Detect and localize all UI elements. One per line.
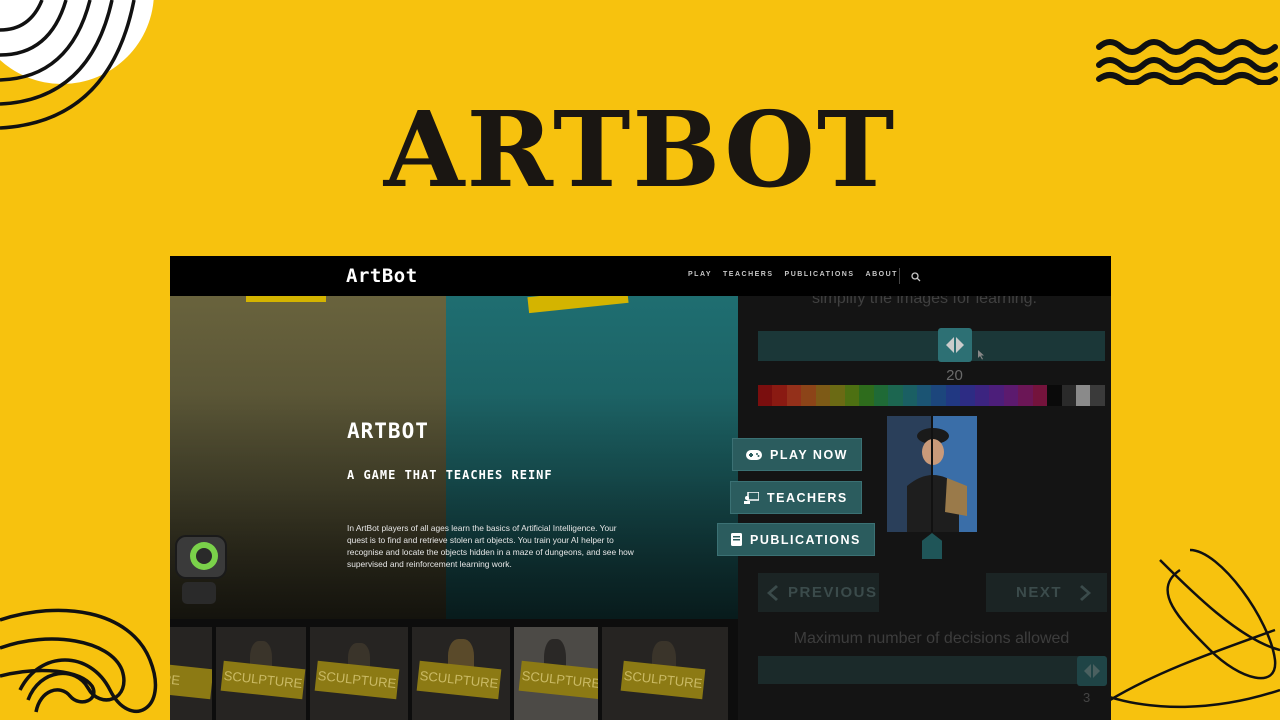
palette-swatch	[1061, 385, 1076, 406]
thumbnail-strip: RE SCULPTURE SCULPTURE SCULPTURE SCULPTU…	[170, 619, 738, 720]
palette-swatch	[815, 385, 831, 406]
thumbnail-label: SCULPTURE	[620, 660, 706, 700]
decisions-slider-value: 3	[1083, 690, 1091, 705]
artwork-thumbnail[interactable]: SCULPTURE	[514, 627, 598, 720]
chevron-left-icon	[767, 584, 778, 601]
palette-swatch	[888, 385, 903, 406]
palette-swatch	[786, 385, 802, 406]
decisions-slider-track[interactable]	[758, 656, 1105, 684]
palette-swatch	[1003, 385, 1019, 406]
site-navbar: ArtBot PLAY TEACHERS PUBLICATIONS ABOUT	[170, 256, 1111, 296]
website-screenshot: ArtBot PLAY TEACHERS PUBLICATIONS ABOUT …	[170, 256, 1111, 720]
robot-illustration	[175, 535, 227, 604]
thumbnail-label: RE	[170, 660, 212, 700]
palette-swatch	[931, 385, 946, 406]
teacher-icon	[744, 491, 759, 504]
thumbnail-label: SCULPTURE	[518, 660, 598, 700]
publications-label: PUBLICATIONS	[750, 532, 861, 547]
panel-decisions-text: Maximum number of decisions allowed	[793, 630, 1070, 647]
gamepad-icon	[746, 449, 762, 460]
nav-links: PLAY TEACHERS PUBLICATIONS ABOUT	[688, 271, 898, 278]
decorative-scribble	[1090, 548, 1280, 709]
nav-link-play[interactable]: PLAY	[688, 271, 712, 278]
palette-swatch	[844, 385, 860, 406]
palette-swatch	[1090, 385, 1105, 406]
next-button[interactable]: NEXT	[986, 573, 1107, 612]
location-marker	[922, 533, 942, 559]
nav-link-about[interactable]: ABOUT	[866, 271, 898, 278]
palette-swatch	[902, 385, 917, 406]
palette-swatch	[974, 385, 990, 406]
banner-title: ARTBOT	[383, 88, 897, 211]
decisions-slider-handle[interactable]	[1077, 656, 1107, 686]
publications-button[interactable]: PUBLICATIONS	[717, 523, 875, 556]
hero-section: ARTBOT A GAME THAT TEACHES REINF In ArtB…	[170, 296, 738, 619]
palette-swatch	[873, 385, 889, 406]
palette-swatch	[1032, 385, 1048, 406]
chevron-right-icon	[1080, 584, 1092, 601]
decorative-waves	[1096, 39, 1278, 85]
palette-swatch	[960, 385, 975, 406]
book-icon	[731, 533, 742, 546]
previous-label: PREVIOUS	[788, 584, 878, 601]
palette-swatch	[916, 385, 932, 406]
palette-swatch	[1018, 385, 1033, 406]
teachers-label: TEACHERS	[767, 490, 848, 505]
slider-handle[interactable]	[938, 328, 972, 362]
palette-swatch	[1047, 385, 1062, 406]
mouse-cursor-icon	[978, 350, 984, 360]
artwork-thumbnail[interactable]: SCULPTURE	[412, 627, 510, 720]
thumbnail-label: SCULPTURE	[314, 660, 400, 700]
palette-swatch	[801, 385, 816, 406]
palette-swatch	[758, 385, 773, 406]
hero-title: ARTBOT	[347, 419, 429, 443]
nav-link-teachers[interactable]: TEACHERS	[723, 271, 774, 278]
previous-button[interactable]: PREVIOUS	[758, 573, 879, 612]
portrait-image[interactable]	[887, 416, 977, 532]
slider-track[interactable]	[758, 331, 1105, 361]
artwork-thumbnail[interactable]: SCULPTURE	[310, 627, 408, 720]
palette-swatch	[989, 385, 1004, 406]
slider-arrows-icon	[1084, 664, 1100, 678]
decorative-contours	[0, 608, 158, 713]
artwork-thumbnail[interactable]: SCULPTURE	[602, 627, 728, 720]
palette-swatch	[830, 385, 845, 406]
thumbnail-label: SCULPTURE	[416, 660, 502, 700]
teachers-button[interactable]: TEACHERS	[730, 481, 862, 514]
play-now-button[interactable]: PLAY NOW	[732, 438, 862, 471]
palette-swatch	[945, 385, 961, 406]
nav-link-publications[interactable]: PUBLICATIONS	[785, 271, 855, 278]
slider-value: 20	[946, 367, 963, 384]
portrait-painting	[887, 416, 977, 532]
site-logo[interactable]: ArtBot	[346, 265, 418, 287]
slider-arrows-icon	[946, 337, 964, 353]
next-label: NEXT	[1016, 584, 1063, 601]
nav-divider	[899, 268, 900, 284]
search-icon[interactable]	[911, 269, 921, 287]
thumbnail-label: SCULPTURE	[220, 660, 306, 700]
hero-shade	[170, 296, 738, 619]
color-palette	[758, 385, 1105, 406]
artwork-thumbnail[interactable]: RE	[170, 627, 212, 720]
artwork-thumbnail[interactable]: SCULPTURE	[216, 627, 306, 720]
play-now-label: PLAY NOW	[770, 447, 848, 462]
palette-swatch	[1075, 385, 1091, 406]
hero-subtitle: A GAME THAT TEACHES REINF	[347, 468, 553, 482]
hero-description: In ArtBot players of all ages learn the …	[347, 523, 634, 569]
palette-swatch	[772, 385, 787, 406]
palette-swatch	[859, 385, 874, 406]
